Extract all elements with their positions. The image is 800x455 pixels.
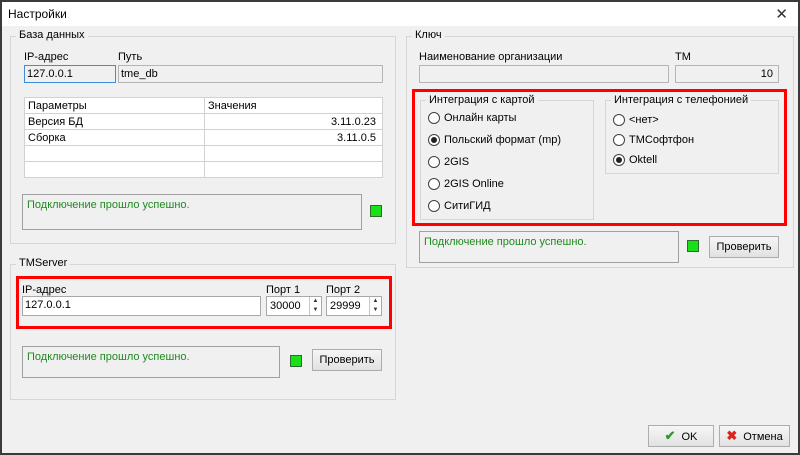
db-path-field[interactable]: tme_db: [118, 65, 383, 83]
window-title: Настройки: [8, 7, 67, 21]
key-check-button[interactable]: Проверить: [709, 236, 779, 258]
org-field[interactable]: [419, 65, 669, 83]
settings-window: Настройки ✕ База данных IP-адрес 127.0.0…: [0, 0, 800, 455]
port1-label: Порт 1: [266, 284, 301, 296]
port2-stepper[interactable]: 29999 ▲ ▼: [326, 296, 382, 316]
key-status-led: [687, 240, 699, 252]
table-cell: 3.11.0.23: [204, 113, 383, 130]
close-icon[interactable]: ✕: [775, 5, 788, 23]
table-cell: [24, 161, 205, 178]
tmserver-ip-label: IP-адрес: [22, 284, 67, 296]
port2-value: 29999: [330, 300, 361, 312]
spin-down-icon[interactable]: ▼: [370, 306, 381, 315]
map-option[interactable]: СитиГИД: [428, 200, 491, 216]
db-status-box: Подключение прошло успешно.: [22, 194, 362, 230]
table-header: Параметры: [24, 97, 205, 114]
radio-phone-0: [613, 114, 625, 127]
cancel-button[interactable]: ✖ Отмена: [719, 425, 790, 447]
radio-map-4: [428, 200, 440, 213]
map-option[interactable]: 2GIS: [428, 156, 469, 172]
table-cell: [204, 161, 383, 178]
table-cell: 3.11.0.5: [204, 129, 383, 146]
radio-map-0: [428, 112, 440, 125]
map-option[interactable]: 2GIS Online: [428, 178, 504, 194]
table-header: Значения: [204, 97, 383, 114]
table-row[interactable]: Версия БД 3.11.0.23: [24, 113, 383, 130]
table-header-row: Параметры Значения: [24, 97, 383, 114]
radio-phone-1: [613, 134, 625, 147]
phone-option[interactable]: <нет>: [613, 114, 659, 130]
table-cell: Сборка: [24, 129, 205, 146]
org-label: Наименование организации: [419, 51, 563, 63]
table-cell: [204, 145, 383, 162]
radio-map-2: [428, 156, 440, 169]
spin-down-icon[interactable]: ▼: [310, 306, 321, 315]
radio-map-3: [428, 178, 440, 191]
phone-option[interactable]: Oktell: [613, 154, 657, 170]
port1-stepper[interactable]: 30000 ▲ ▼: [266, 296, 322, 316]
ok-button[interactable]: ✔ OK: [648, 425, 714, 447]
table-cell: [24, 145, 205, 162]
cancel-label: Отмена: [743, 431, 783, 443]
tmserver-status-box: Подключение прошло успешно.: [22, 346, 280, 378]
spin-up-icon[interactable]: ▲: [310, 297, 321, 306]
map-option[interactable]: Польский формат (mp): [428, 134, 561, 150]
table-cell: Версия БД: [24, 113, 205, 130]
check-icon: ✔: [664, 428, 676, 443]
tmserver-ip-field[interactable]: 127.0.0.1: [22, 296, 261, 316]
radio-phone-2: [613, 154, 625, 167]
tmserver-group-label: TMServer: [16, 257, 71, 269]
title-bar: Настройки ✕: [2, 2, 798, 26]
map-option[interactable]: Онлайн карты: [428, 112, 516, 128]
cross-icon: ✖: [726, 428, 738, 443]
table-row[interactable]: [24, 161, 383, 178]
db-group-label: База данных: [16, 29, 88, 41]
ok-label: OK: [681, 431, 698, 443]
spin-up-icon[interactable]: ▲: [370, 297, 381, 306]
table-row[interactable]: [24, 145, 383, 162]
map-group-label: Интеграция с картой: [426, 94, 538, 106]
phone-group-label: Интеграция с телефонией: [611, 94, 752, 106]
tm-label: ТМ: [675, 51, 691, 63]
tmserver-check-button[interactable]: Проверить: [312, 349, 382, 371]
phone-option[interactable]: ТМСофтфон: [613, 134, 694, 150]
db-status-led: [370, 205, 382, 217]
key-status-box: Подключение прошло успешно.: [419, 231, 679, 263]
db-ip-field[interactable]: 127.0.0.1: [24, 65, 116, 83]
port1-value: 30000: [270, 300, 301, 312]
db-ip-label: IP-адрес: [24, 51, 69, 63]
tm-field[interactable]: 10: [675, 65, 779, 83]
table-row[interactable]: Сборка 3.11.0.5: [24, 129, 383, 146]
key-group-label: Ключ: [412, 29, 445, 41]
radio-map-1: [428, 134, 440, 147]
port2-label: Порт 2: [326, 284, 361, 296]
tmserver-status-led: [290, 355, 302, 367]
db-params-table[interactable]: Параметры Значения Версия БД 3.11.0.23 С…: [24, 97, 383, 178]
db-path-label: Путь: [118, 51, 143, 63]
